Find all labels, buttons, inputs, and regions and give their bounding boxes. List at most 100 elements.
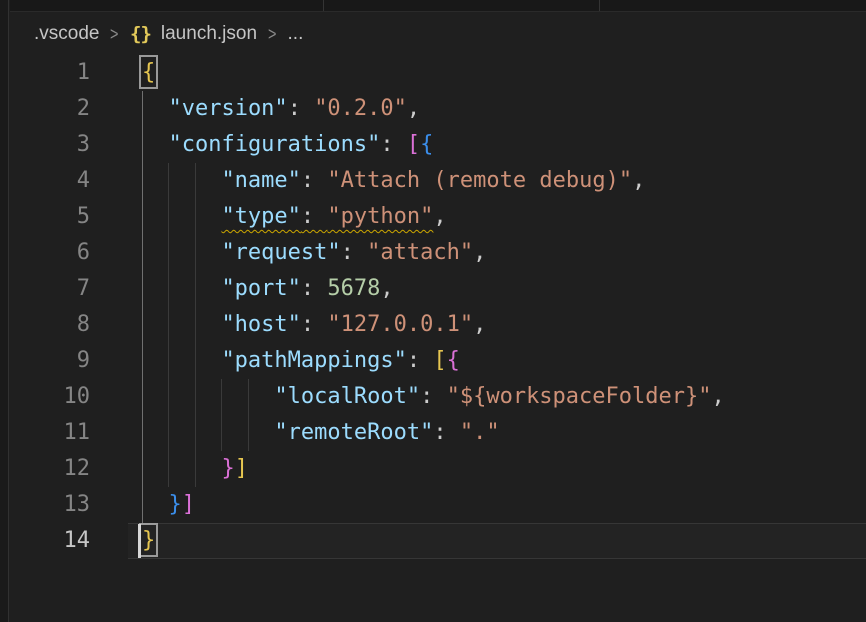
code-line[interactable]: "localRoot": "${workspaceFolder}", <box>142 379 725 415</box>
code-token: "127.0.0.1" <box>327 312 473 337</box>
line-number[interactable]: 1 <box>10 55 90 91</box>
code-token: , <box>380 276 393 301</box>
code-line[interactable]: "version": "0.2.0", <box>142 91 420 127</box>
code-row[interactable]: 6 "request": "attach", <box>10 235 866 271</box>
code-token: "request" <box>221 240 340 265</box>
code-token: , <box>473 240 486 265</box>
code-token: "." <box>460 420 500 445</box>
code-token: ] <box>182 492 195 517</box>
code-token: : <box>301 204 328 229</box>
code-token: "localRoot" <box>274 384 420 409</box>
tab-bar <box>10 0 866 12</box>
code-line[interactable]: "configurations": [{ <box>142 127 433 163</box>
line-number[interactable]: 3 <box>10 127 90 163</box>
json-braces-icon: {} <box>130 23 151 45</box>
code-line[interactable]: }] <box>142 487 195 523</box>
code-token: "${workspaceFolder}" <box>447 384 712 409</box>
code-token: "configurations" <box>168 132 380 157</box>
code-token: : <box>433 420 460 445</box>
breadcrumb-symbol[interactable]: ... <box>288 23 304 45</box>
code-row[interactable]: 1{ <box>10 55 866 91</box>
text-cursor <box>138 524 141 558</box>
line-number[interactable]: 14 <box>10 523 90 559</box>
line-number[interactable]: 5 <box>10 199 90 235</box>
code-token: 5678 <box>327 276 380 301</box>
code-token: , <box>712 384 725 409</box>
chevron-right-icon: > <box>111 24 119 45</box>
breadcrumb: .vscode > {} launch.json > ... <box>10 13 866 55</box>
code-token: : <box>301 276 328 301</box>
code-row[interactable]: 13}] <box>10 487 866 523</box>
code-token: : <box>420 384 447 409</box>
code-line[interactable]: { <box>142 55 155 91</box>
code-token: { <box>420 132 433 157</box>
line-number[interactable]: 10 <box>10 379 90 415</box>
code-row[interactable]: 14} <box>10 523 866 559</box>
code-token: : <box>288 96 315 121</box>
line-number[interactable]: 9 <box>10 343 90 379</box>
code-token: [ <box>433 348 446 373</box>
code-row[interactable]: 12}] <box>10 451 866 487</box>
line-number[interactable]: 6 <box>10 235 90 271</box>
code-token: "Attach (remote debug)" <box>327 168 632 193</box>
code-line[interactable]: "type": "python", <box>142 199 447 235</box>
code-token: { <box>447 348 460 373</box>
breadcrumb-file[interactable]: launch.json <box>161 23 257 45</box>
code-row[interactable]: 10 "localRoot": "${workspaceFolder}", <box>10 379 866 415</box>
code-row[interactable]: 4 "name": "Attach (remote debug)", <box>10 163 866 199</box>
code-token: "name" <box>221 168 300 193</box>
code-token: "python" <box>327 204 433 229</box>
code-line[interactable]: }] <box>142 451 248 487</box>
code-editor[interactable]: 1{2"version": "0.2.0",3"configurations":… <box>10 55 866 622</box>
code-row[interactable]: 5 "type": "python", <box>10 199 866 235</box>
code-line[interactable]: } <box>142 523 155 559</box>
tab-separator <box>599 0 600 11</box>
code-token: } <box>168 492 181 517</box>
code-token: , <box>433 204 446 229</box>
line-number[interactable]: 2 <box>10 91 90 127</box>
code-row[interactable]: 8 "host": "127.0.0.1", <box>10 307 866 343</box>
bracket-match-box: } <box>142 528 155 553</box>
code-row[interactable]: 7 "port": 5678, <box>10 271 866 307</box>
line-number[interactable]: 13 <box>10 487 90 523</box>
chevron-right-icon: > <box>268 24 276 45</box>
code-token: : <box>341 240 368 265</box>
code-token: : <box>407 348 434 373</box>
bracket-match-box: { <box>142 60 155 85</box>
code-token: [ <box>407 132 420 157</box>
code-token: "host" <box>221 312 300 337</box>
code-row[interactable]: 11 "remoteRoot": "." <box>10 415 866 451</box>
code-token: , <box>473 312 486 337</box>
code-token: : <box>380 132 407 157</box>
code-line[interactable]: "port": 5678, <box>142 271 394 307</box>
code-token: ] <box>235 456 248 481</box>
line-number[interactable]: 12 <box>10 451 90 487</box>
code-token: } <box>221 456 234 481</box>
line-number[interactable]: 4 <box>10 163 90 199</box>
code-token: "pathMappings" <box>221 348 406 373</box>
code-token: , <box>632 168 645 193</box>
code-token: "version" <box>168 96 287 121</box>
code-token: : <box>301 312 328 337</box>
code-line[interactable]: "host": "127.0.0.1", <box>142 307 486 343</box>
code-token: "type" <box>221 204 300 229</box>
code-token: "port" <box>221 276 300 301</box>
panel-edge <box>0 0 9 622</box>
code-row[interactable]: 3 "configurations": [{ <box>10 127 866 163</box>
code-token: "0.2.0" <box>314 96 407 121</box>
breadcrumb-folder[interactable]: .vscode <box>34 23 99 45</box>
code-line[interactable]: "remoteRoot": "." <box>142 415 500 451</box>
code-line[interactable]: "name": "Attach (remote debug)", <box>142 163 645 199</box>
code-line[interactable]: "request": "attach", <box>142 235 486 271</box>
line-number[interactable]: 8 <box>10 307 90 343</box>
code-row[interactable]: 2 "version": "0.2.0", <box>10 91 866 127</box>
code-row[interactable]: 9 "pathMappings": [{ <box>10 343 866 379</box>
code-token: "attach" <box>367 240 473 265</box>
tab-separator <box>323 0 324 11</box>
code-token: "remoteRoot" <box>274 420 433 445</box>
code-token: , <box>407 96 420 121</box>
code-line[interactable]: "pathMappings": [{ <box>142 343 460 379</box>
line-number[interactable]: 7 <box>10 271 90 307</box>
line-number[interactable]: 11 <box>10 415 90 451</box>
code-token: : <box>301 168 328 193</box>
